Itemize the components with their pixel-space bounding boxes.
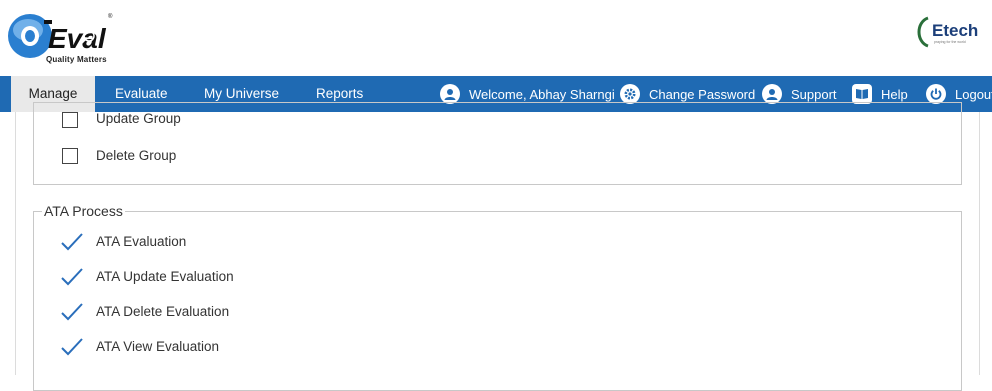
logout-label: Logout	[955, 86, 992, 102]
checkmark-icon[interactable]	[60, 267, 84, 287]
svg-text:®: ®	[108, 13, 113, 20]
svg-text:Etech: Etech	[932, 21, 978, 40]
welcome-label: Welcome, Abhay Sharngi	[469, 86, 615, 102]
checkmark-icon[interactable]	[60, 302, 84, 322]
ata-view-evaluation-label: ATA View Evaluation	[96, 339, 220, 354]
support-user-icon	[762, 84, 782, 104]
svg-text:Eval: Eval	[48, 23, 107, 54]
update-group-checkbox[interactable]	[62, 112, 78, 128]
ata-delete-evaluation-label: ATA Delete Evaluation	[96, 304, 230, 319]
gear-icon	[620, 84, 640, 104]
ata-view-evaluation-row[interactable]	[60, 337, 84, 357]
ata-evaluation-row[interactable]	[60, 232, 84, 252]
content-border-left	[15, 112, 16, 375]
change-password-label: Change Password	[649, 86, 756, 102]
ata-evaluation-label: ATA Evaluation	[96, 234, 187, 249]
user-icon	[440, 84, 460, 104]
content-border-right	[979, 112, 980, 375]
svg-text:praying for the world: praying for the world	[934, 40, 966, 44]
ata-process-legend: ATA Process	[42, 203, 125, 219]
checkmark-icon[interactable]	[60, 337, 84, 357]
ata-update-evaluation-row[interactable]	[60, 267, 84, 287]
update-group-row[interactable]	[62, 110, 78, 130]
book-icon	[852, 84, 872, 104]
ata-delete-evaluation-row[interactable]	[60, 302, 84, 322]
help-label: Help	[881, 86, 908, 102]
group-permissions-fieldset: Update Group Delete Group	[33, 102, 962, 185]
etech-logo: Etech praying for the world	[917, 16, 978, 48]
update-group-label: Update Group	[96, 111, 181, 126]
logo-tagline: Quality Matters	[46, 55, 107, 64]
power-icon	[926, 84, 946, 104]
ata-process-fieldset: ATA Process ATA Evaluation ATA Update Ev…	[33, 203, 962, 391]
support-label: Support	[791, 86, 837, 102]
ata-update-evaluation-label: ATA Update Evaluation	[96, 269, 234, 284]
delete-group-row[interactable]	[62, 146, 78, 166]
permissions-panel: Update Group Delete Group ATA Process AT…	[0, 102, 992, 391]
delete-group-checkbox[interactable]	[62, 148, 78, 164]
delete-group-label: Delete Group	[96, 148, 177, 163]
checkmark-icon[interactable]	[60, 232, 84, 252]
header: Eval ® Quality Matters Etech praying for…	[0, 0, 992, 76]
